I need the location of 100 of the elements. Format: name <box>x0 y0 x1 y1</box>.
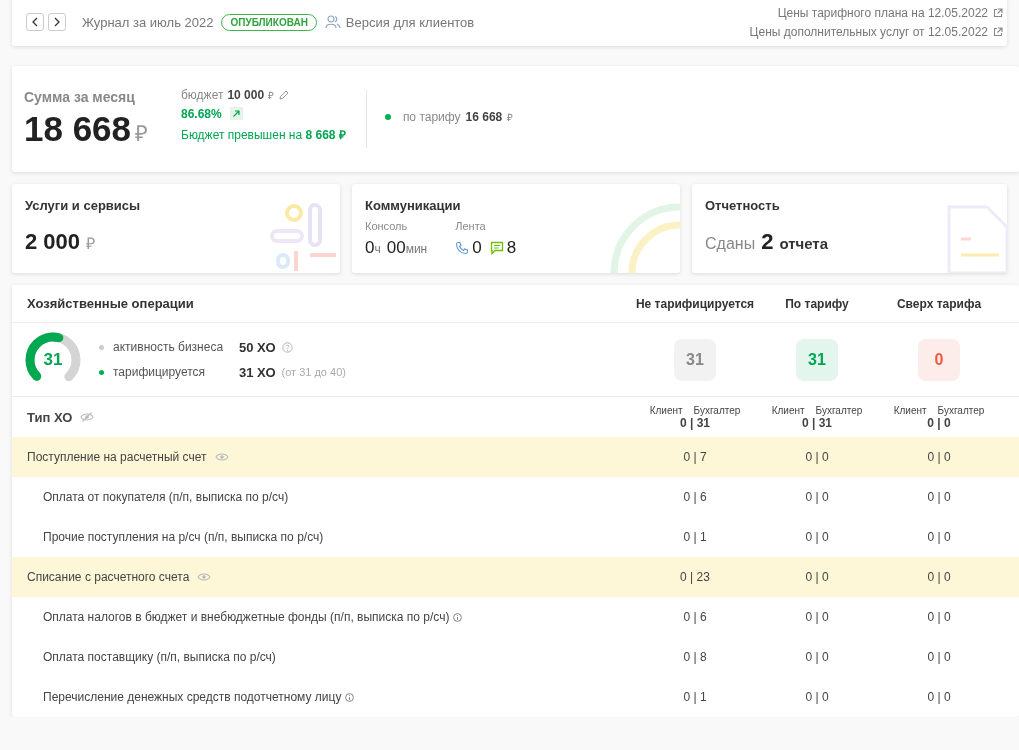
card-title: Услуги и сервисы <box>25 198 142 213</box>
stat-value: 31 ХО <box>239 364 276 380</box>
table-cell: 0 | 23 <box>680 570 710 584</box>
table-cell: 0 | 0 <box>927 570 951 584</box>
client-label: Клиент <box>893 404 927 416</box>
document-drawing <box>947 203 1007 273</box>
services-amount: 2 000 <box>25 229 81 255</box>
stat-label: тарифицируется <box>113 365 207 379</box>
table-cell: 0 | 6 <box>683 490 707 504</box>
month-total: 18 668 <box>24 109 132 149</box>
column-header: Не тарифицируется <box>634 296 756 311</box>
calls-count: 0 <box>472 238 482 258</box>
total-value: 0 | 31 <box>801 415 832 430</box>
feed-label: Лента <box>455 220 487 232</box>
table-cell: 0 | 1 <box>683 530 707 544</box>
table-cell: 0 | 0 <box>805 570 829 584</box>
count-badge: 31 <box>796 338 838 381</box>
info-icon <box>453 612 463 622</box>
budget-overrun-text: Бюджет превышен на 8 668 ₽ <box>181 126 346 143</box>
pencil-icon <box>278 88 291 101</box>
budget-value: 10 000 <box>227 87 265 102</box>
table-cell: 0 | 0 <box>805 610 829 624</box>
status-dot <box>384 114 391 120</box>
card-title: Отчетность <box>705 198 781 213</box>
table-cell: 0 | 6 <box>683 610 707 624</box>
phone-icon <box>455 241 470 255</box>
table-cell: 0 | 0 <box>927 610 951 624</box>
column-header: Сверх тарифа <box>895 296 983 311</box>
count-badge: 31 <box>674 338 716 381</box>
currency-sign: ₽ <box>268 88 275 102</box>
table-cell: 0 | 0 <box>805 530 829 544</box>
trend-up-icon <box>229 107 243 120</box>
budget-label: бюджет <box>181 87 224 102</box>
stat-value: 50 ХО <box>239 339 276 355</box>
accountant-label: Бухгалтер <box>937 404 985 416</box>
operation-label: Перечисление денежных средств подотчетному лицу <box>43 690 342 704</box>
operation-label: Прочие поступления на р/сч (п/п, выписка по р/сч) <box>43 530 324 544</box>
price-link[interactable]: Цены дополнительных услуг от 12.05.2022 <box>749 24 1003 39</box>
accountant-label: Бухгалтер <box>693 404 741 416</box>
currency-sign: ₽ <box>507 111 514 124</box>
table-cell: 0 | 0 <box>805 490 829 504</box>
chevron-left-icon <box>31 17 39 27</box>
summary-label: Сумма за месяц <box>24 89 136 105</box>
client-label: Клиент <box>649 404 683 416</box>
eye-icon <box>214 451 229 463</box>
hours-unit: ч <box>374 242 381 256</box>
reports-label: Сданы <box>705 235 756 253</box>
table-cell: 0 | 8 <box>683 650 707 664</box>
budget-percent: 86.68% <box>181 106 222 121</box>
table-cell: 0 | 0 <box>927 490 951 504</box>
price-link[interactable]: Цены тарифного плана на 12.05.2022 <box>777 5 1003 20</box>
card-title: Коммуникации <box>365 198 462 213</box>
message-icon <box>489 241 504 255</box>
clients-version-link[interactable]: Версия для клиентов <box>324 14 475 30</box>
messages-count: 8 <box>506 238 517 258</box>
tariff-value: 16 668 <box>465 110 503 124</box>
table-cell: 0 | 0 <box>927 650 951 664</box>
next-button[interactable] <box>48 13 66 31</box>
previous-button[interactable] <box>26 13 44 31</box>
table-cell: 0 | 0 <box>805 650 829 664</box>
info-icon <box>345 692 355 702</box>
table-cell: 0 | 0 <box>805 450 829 464</box>
table-cell: 0 | 0 <box>805 690 829 704</box>
count-badge: 0 <box>918 338 960 381</box>
total-value: 0 | 31 <box>679 415 710 430</box>
stat-label: активность бизнеса <box>113 340 225 354</box>
card-decoration-drawing <box>610 203 680 273</box>
external-link-icon <box>993 26 1003 37</box>
total-value: 0 | 0 <box>927 415 951 430</box>
tariff-label: по тарифу <box>402 110 461 124</box>
minutes-value: 00 <box>386 238 406 258</box>
currency-sign: ₽ <box>86 234 96 254</box>
column-header: По тарифу <box>784 296 850 311</box>
column-header: Тип ХО <box>27 409 73 425</box>
client-label: Клиент <box>771 404 805 416</box>
eye-icon <box>197 571 212 583</box>
table-title: Хозяйственные операции <box>26 296 195 311</box>
accountant-label: Бухгалтер <box>815 404 863 416</box>
help-icon <box>281 341 293 353</box>
table-cell: 0 | 7 <box>683 450 707 464</box>
group-label: Поступление на расчетный счет <box>27 450 207 464</box>
operation-label: Оплата поставщику (п/п, выписка по р/сч) <box>43 650 276 664</box>
operation-label: Оплата налогов в бюджет и внебюджетные фонды (п/п, выписка по р/сч) <box>43 610 450 624</box>
people-icon <box>324 15 341 29</box>
console-label: Консоль <box>365 220 409 232</box>
reports-unit: отчета <box>779 235 829 252</box>
table-cell: 0 | 0 <box>927 530 951 544</box>
external-link-icon <box>993 7 1003 18</box>
hours-value: 0 <box>365 238 375 258</box>
currency-sign: ₽ <box>135 120 149 147</box>
chevron-right-icon <box>53 17 61 27</box>
operation-label: Оплата от покупателя (п/п, выписка по р/сч) <box>43 490 289 504</box>
table-cell: 0 | 0 <box>927 450 951 464</box>
minutes-unit: мин <box>405 242 428 256</box>
table-cell: 0 | 0 <box>927 690 951 704</box>
reports-count: 2 <box>761 229 774 255</box>
stat-note: (от 31 до 40) <box>281 366 346 378</box>
table-cell: 0 | 1 <box>683 690 707 704</box>
eye-off-icon <box>80 411 95 423</box>
group-label: Списание с расчетного счета <box>27 570 190 584</box>
